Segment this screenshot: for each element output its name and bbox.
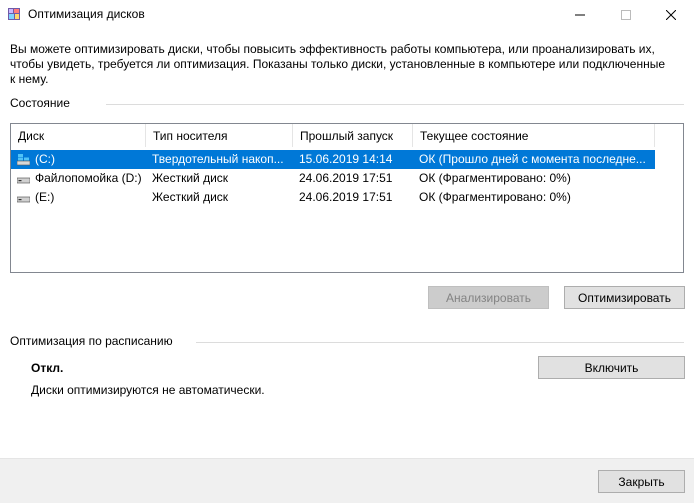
hard-drive-icon — [17, 177, 30, 184]
drives-list-header: Диск Тип носителя Прошлый запуск Текущее… — [11, 124, 683, 147]
close-icon — [666, 10, 676, 20]
schedule-status: Откл. — [31, 361, 64, 375]
column-header-media-type[interactable]: Тип носителя — [146, 124, 293, 147]
close-window-button[interactable] — [648, 0, 694, 30]
close-button[interactable]: Закрыть — [598, 470, 685, 493]
schedule-description: Диски оптимизируются не автоматически. — [31, 383, 265, 397]
current-status: ОК (Прошло дней с момента последне... — [419, 152, 646, 166]
schedule-section-label: Оптимизация по расписанию — [10, 334, 173, 348]
maximize-icon — [621, 10, 631, 20]
hard-drive-icon — [17, 196, 30, 203]
drive-row-e[interactable]: (E:) Жесткий диск 24.06.2019 17:51 ОК (Ф… — [11, 188, 655, 207]
maximize-button[interactable] — [603, 0, 649, 30]
drive-name: (C:) — [35, 152, 55, 166]
optimize-button[interactable]: Оптимизировать — [564, 286, 685, 309]
drive-row-d[interactable]: Файлопомойка (D:) Жесткий диск 24.06.201… — [11, 169, 655, 188]
media-type: Жесткий диск — [152, 171, 229, 185]
media-type: Твердотельный накоп... — [152, 152, 284, 166]
schedule-section-divider — [196, 342, 684, 343]
title-bar: Оптимизация дисков — [0, 0, 694, 30]
analyze-button[interactable]: Анализировать — [428, 286, 549, 309]
media-type: Жесткий диск — [152, 190, 229, 204]
last-run: 15.06.2019 14:14 — [299, 152, 393, 166]
current-status: ОК (Фрагментировано: 0%) — [419, 171, 571, 185]
drive-name: Файлопомойка (D:) — [35, 171, 142, 185]
column-header-drive[interactable]: Диск — [11, 124, 146, 147]
system-drive-icon — [17, 154, 30, 166]
last-run: 24.06.2019 17:51 — [299, 171, 393, 185]
enable-schedule-button[interactable]: Включить — [538, 356, 685, 379]
drive-name: (E:) — [35, 190, 55, 204]
last-run: 24.06.2019 17:51 — [299, 190, 393, 204]
column-header-last-run[interactable]: Прошлый запуск — [293, 124, 413, 147]
window-title: Оптимизация дисков — [28, 7, 145, 21]
status-section-label: Состояние — [10, 96, 70, 110]
drive-row-c[interactable]: (C:) Твердотельный накоп... 15.06.2019 1… — [11, 150, 655, 169]
defrag-app-icon — [8, 8, 20, 20]
description-text: Вы можете оптимизировать диски, чтобы по… — [10, 42, 666, 86]
current-status: ОК (Фрагментировано: 0%) — [419, 190, 571, 204]
column-header-current-status[interactable]: Текущее состояние — [413, 124, 655, 147]
minimize-icon — [575, 14, 585, 16]
footer-bar: Закрыть — [0, 458, 694, 503]
status-section-divider — [106, 104, 684, 105]
drives-list[interactable]: Диск Тип носителя Прошлый запуск Текущее… — [10, 123, 684, 273]
minimize-button[interactable] — [557, 0, 603, 30]
